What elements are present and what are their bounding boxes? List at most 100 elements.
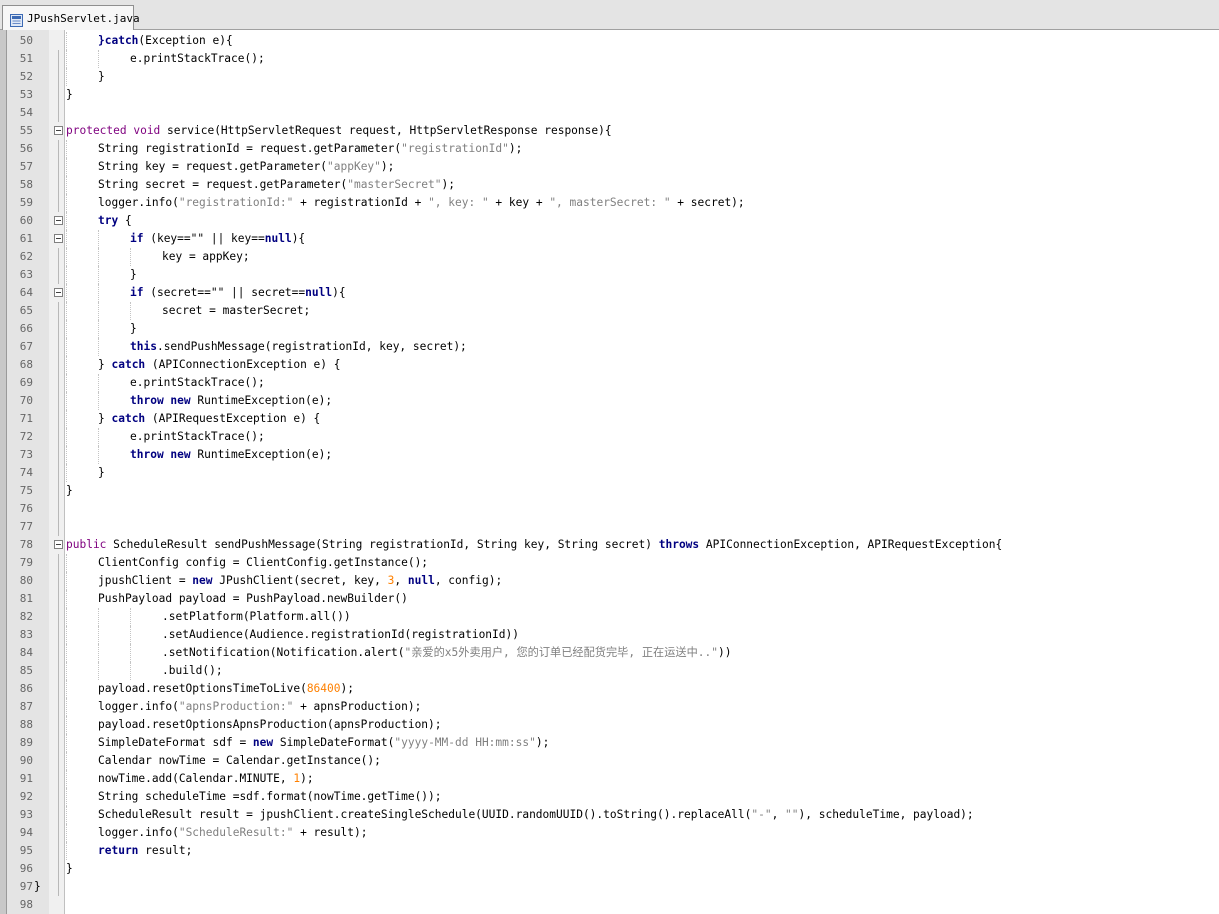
indent-guide [66, 32, 67, 50]
code-line[interactable]: 94 logger.info("ScheduleResult:" + result… [0, 824, 1219, 842]
code-line[interactable]: 52} [0, 68, 1219, 86]
code-line[interactable]: 91 nowTime.add(Calendar.MINUTE, 1); [0, 770, 1219, 788]
code-line[interactable]: 61 if (key=="" || key==null){ [0, 230, 1219, 248]
code-line[interactable]: 89 SimpleDateFormat sdf = new SimpleDateF… [0, 734, 1219, 752]
code-editor[interactable]: 50}catch(Exception e){51 e.printStackTrac… [0, 30, 1219, 914]
code-line[interactable]: 62 key = appKey; [0, 248, 1219, 266]
indent-guide [98, 644, 99, 662]
fold-toggle-icon[interactable] [54, 540, 63, 549]
fold-line [58, 590, 59, 608]
code-line[interactable]: 74} [0, 464, 1219, 482]
code-token: RuntimeException(e); [197, 394, 333, 407]
code-line[interactable]: 90 Calendar nowTime = Calendar.getInstanc… [0, 752, 1219, 770]
indent-guide [66, 842, 67, 860]
code-line[interactable]: 83 .setAudience(Audience.registrationId(r… [0, 626, 1219, 644]
code-line[interactable]: 77 [0, 518, 1219, 536]
line-number: 66 [19, 322, 33, 335]
fold-toggle-icon[interactable] [54, 126, 63, 135]
code-text: SimpleDateFormat sdf = new SimpleDateFor… [98, 734, 549, 752]
code-token: } [66, 484, 73, 497]
code-line[interactable]: 88 payload.resetOptionsApnsProduction(apn… [0, 716, 1219, 734]
indent-guide [98, 302, 99, 320]
code-line[interactable]: 86 payload.resetOptionsTimeToLive(86400); [0, 680, 1219, 698]
code-line[interactable]: 50}catch(Exception e){ [0, 32, 1219, 50]
code-token: ); [441, 178, 455, 191]
code-line[interactable]: 97} [0, 878, 1219, 896]
code-token: key = appKey; [162, 250, 250, 263]
code-line[interactable]: 78 public ScheduleResult sendPushMessage(… [0, 536, 1219, 554]
line-number: 55 [19, 124, 33, 137]
code-line[interactable]: 93 ScheduleResult result = jpushClient.cr… [0, 806, 1219, 824]
code-token: e.printStackTrace(); [130, 52, 265, 65]
fold-line [58, 680, 59, 698]
java-file-icon [10, 12, 23, 27]
code-line[interactable]: 80 jpushClient = new JPushClient(secret, … [0, 572, 1219, 590]
code-line[interactable]: 81 PushPayload payload = PushPayload.newB… [0, 590, 1219, 608]
code-token: logger.info( [98, 196, 179, 209]
code-line[interactable]: 64 if (secret=="" || secret==null){ [0, 284, 1219, 302]
code-line[interactable]: 72 e.printStackTrace(); [0, 428, 1219, 446]
code-token: ); [380, 160, 395, 173]
code-line[interactable]: 65 secret = masterSecret; [0, 302, 1219, 320]
code-line[interactable]: 79 ClientConfig config = ClientConfig.get… [0, 554, 1219, 572]
code-line[interactable]: 73 throw new RuntimeException(e); [0, 446, 1219, 464]
line-number: 83 [19, 628, 33, 641]
indent-guide [66, 698, 67, 716]
code-line[interactable]: 85 .build(); [0, 662, 1219, 680]
code-line[interactable]: 95 return result; [0, 842, 1219, 860]
code-text: throw new RuntimeException(e); [130, 446, 332, 464]
code-line[interactable]: 87 logger.info("apnsProduction:" + apnsPr… [0, 698, 1219, 716]
code-line[interactable]: 76 [0, 500, 1219, 518]
code-line[interactable]: 60 try { [0, 212, 1219, 230]
fold-toggle-icon[interactable] [54, 288, 63, 297]
indent-guide [66, 248, 67, 266]
code-line[interactable]: 96} [0, 860, 1219, 878]
fold-line [58, 428, 59, 446]
fold-line [58, 50, 59, 68]
code-token: "yyyy-MM-dd HH:mm:ss" [394, 736, 536, 749]
code-token: nowTime.add(Calendar.MINUTE, [98, 772, 294, 785]
code-line[interactable]: 54 [0, 104, 1219, 122]
fold-toggle-icon[interactable] [54, 234, 63, 243]
code-line[interactable]: 68} catch (APIConnectionException e) { [0, 356, 1219, 374]
code-line[interactable]: 92 String scheduleTime =sdf.format(nowTim… [0, 788, 1219, 806]
code-token: new [252, 736, 274, 749]
line-number: 69 [19, 376, 33, 389]
fold-line [58, 698, 59, 716]
code-line[interactable]: 69 e.printStackTrace(); [0, 374, 1219, 392]
code-token: , [394, 574, 408, 587]
code-line[interactable]: 98 [0, 896, 1219, 914]
code-token: } [130, 268, 137, 281]
code-line[interactable]: 67 this.sendPushMessage(registrationId, k… [0, 338, 1219, 356]
code-line[interactable]: 58 String secret = request.getParameter("… [0, 176, 1219, 194]
code-line[interactable]: 84 .setNotification(Notification.alert("亲… [0, 644, 1219, 662]
fold-line [58, 662, 59, 680]
tab-jpushservlet-java[interactable]: JPushServlet.java [2, 5, 140, 30]
code-line[interactable]: 53} [0, 86, 1219, 104]
code-line[interactable]: 63} [0, 266, 1219, 284]
code-token: String key = request.getParameter( [98, 160, 328, 173]
indent-guide [130, 662, 131, 680]
code-line[interactable]: 70 throw new RuntimeException(e); [0, 392, 1219, 410]
code-token: service(HttpServletRequest request, Http… [167, 124, 612, 137]
code-line[interactable]: 59 logger.info("registrationId:" + regist… [0, 194, 1219, 212]
indent-guide [98, 374, 99, 392]
code-line[interactable]: 51 e.printStackTrace(); [0, 50, 1219, 68]
code-token: String scheduleTime =sdf.format(nowTime.… [98, 790, 442, 803]
code-token: + registrationId + [293, 196, 429, 209]
code-line[interactable]: 66} [0, 320, 1219, 338]
code-line[interactable]: 57 String key = request.getParameter("app… [0, 158, 1219, 176]
fold-line [58, 338, 59, 356]
code-line[interactable]: 55 protected void service(HttpServletRequ… [0, 122, 1219, 140]
code-text: protected void service(HttpServletReques… [66, 122, 612, 140]
indent-guide [66, 806, 67, 824]
code-token: + apnsProduction); [293, 700, 422, 713]
code-token: , [771, 808, 786, 821]
code-line[interactable]: 71} catch (APIRequestException e) { [0, 410, 1219, 428]
fold-toggle-icon[interactable] [54, 216, 63, 225]
indent-guide [66, 644, 67, 662]
code-text: logger.info("apnsProduction:" + apnsProd… [98, 698, 421, 716]
code-line[interactable]: 75} [0, 482, 1219, 500]
code-line[interactable]: 56 String registrationId = request.getPar… [0, 140, 1219, 158]
code-line[interactable]: 82 .setPlatform(Platform.all()) [0, 608, 1219, 626]
